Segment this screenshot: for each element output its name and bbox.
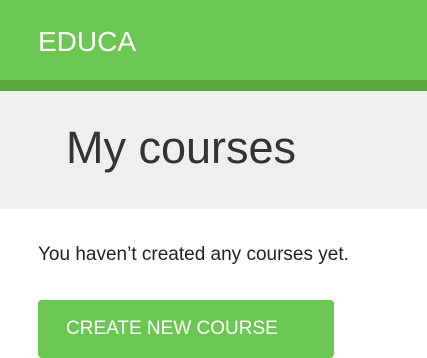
- top-header: EDUCA: [0, 0, 427, 80]
- logo[interactable]: EDUCA: [38, 28, 136, 56]
- create-new-course-button[interactable]: CREATE NEW COURSE: [38, 300, 334, 358]
- header-shadow-bar: [0, 80, 427, 91]
- page-title: My courses: [66, 122, 297, 173]
- page-title-band: My courses: [0, 91, 427, 209]
- empty-courses-message: You haven’t created any courses yet.: [38, 244, 349, 265]
